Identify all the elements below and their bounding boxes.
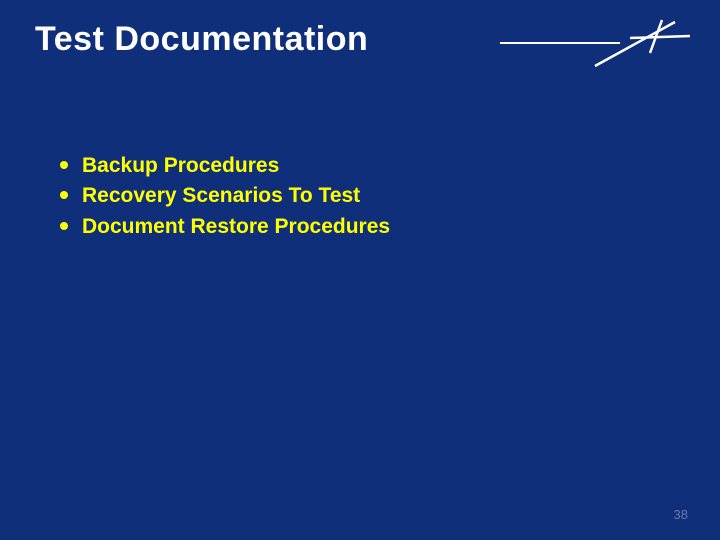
bullet-icon (60, 222, 68, 230)
list-item: Backup Procedures (60, 152, 660, 180)
list-item: Recovery Scenarios To Test (60, 182, 660, 210)
bullet-text: Backup Procedures (82, 152, 279, 180)
logo-icon (500, 18, 690, 68)
bullet-text: Recovery Scenarios To Test (82, 182, 360, 210)
bullet-icon (60, 191, 68, 199)
slide: Test Documentation Backup Procedures Rec… (0, 0, 720, 540)
bullet-icon (60, 161, 68, 169)
list-item: Document Restore Procedures (60, 213, 660, 241)
slide-title: Test Documentation (35, 20, 368, 59)
bullet-text: Document Restore Procedures (82, 213, 390, 241)
bullet-list: Backup Procedures Recovery Scenarios To … (60, 152, 660, 243)
page-number: 38 (674, 507, 688, 522)
